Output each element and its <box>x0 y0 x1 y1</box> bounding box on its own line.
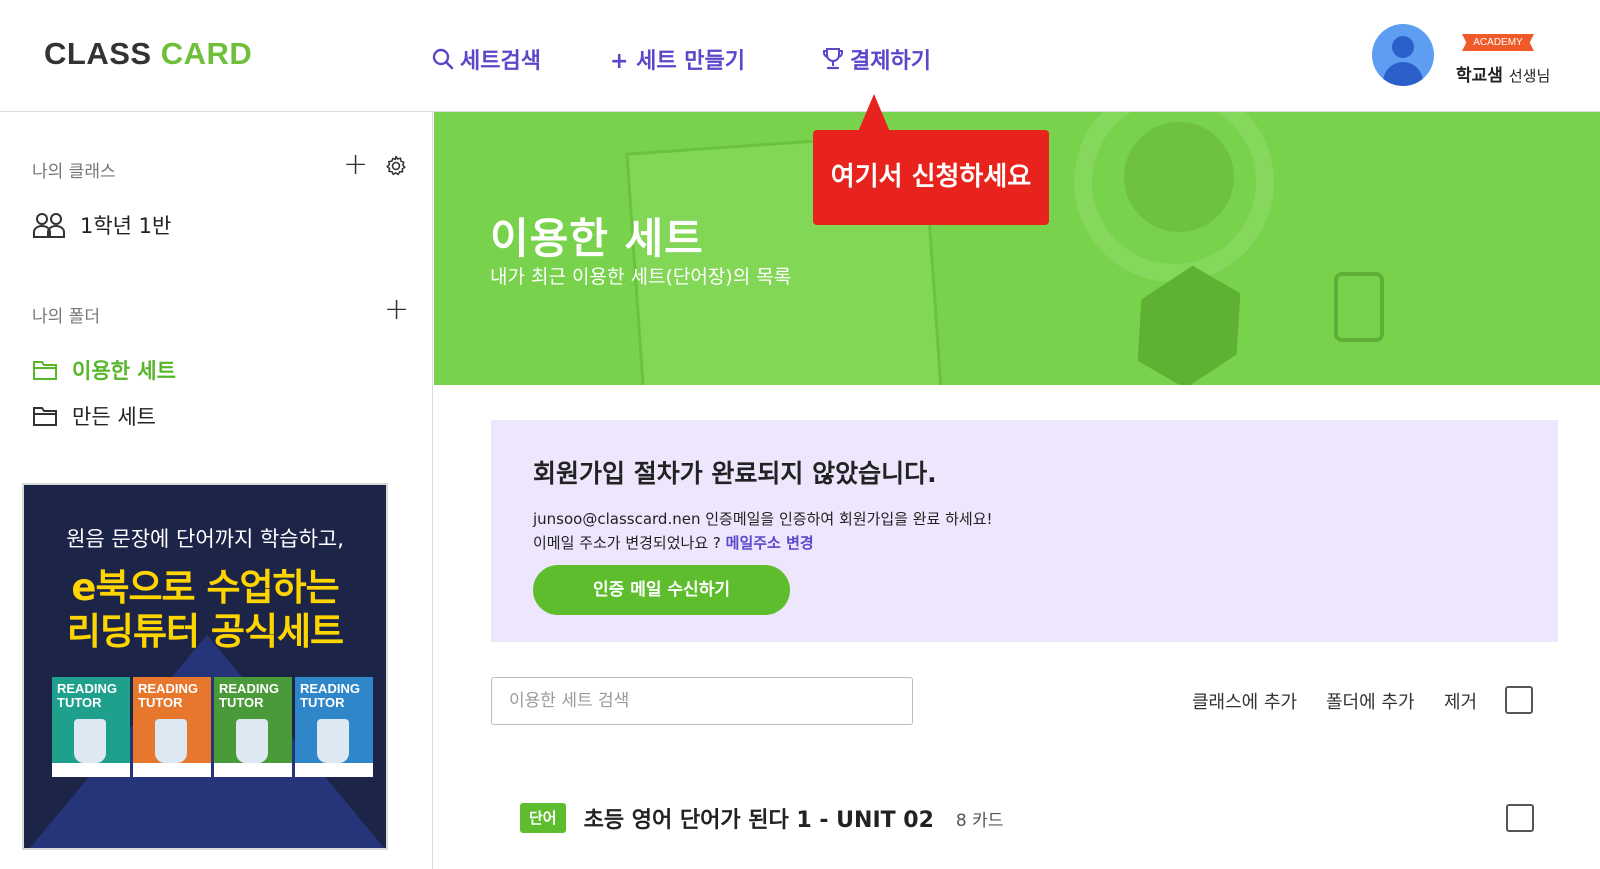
hero-clip-shape <box>1334 272 1384 342</box>
book-cover-image <box>155 719 187 763</box>
book-title: READING TUTOR <box>57 681 117 710</box>
add-to-class-button[interactable]: 클래스에 추가 <box>1192 688 1297 714</box>
notice-email-change-text: 이메일 주소가 변경되었나요 ? <box>533 534 726 552</box>
book-cover: READING TUTOR <box>133 677 211 777</box>
page-title: 이용한 세트 <box>490 214 704 263</box>
book-title: READING TUTOR <box>138 681 198 710</box>
set-row-checkbox[interactable] <box>1506 804 1534 832</box>
signup-incomplete-notice: 회원가입 절차가 완료되지 않았습니다. junsoo@classcard.ne… <box>491 420 1558 642</box>
add-folder-button[interactable]: + <box>384 295 409 325</box>
receive-verification-email-button[interactable]: 인증 메일 수신하기 <box>533 565 790 615</box>
sidebar-item-made-sets-label: 만든 세트 <box>72 405 156 429</box>
avatar[interactable] <box>1372 24 1434 86</box>
nav-create-set-label: + 세트 만들기 <box>610 49 745 74</box>
ad-book-covers: READING TUTOR READING TUTOR READING TUTO… <box>52 677 373 777</box>
trophy-icon <box>823 48 843 70</box>
avatar-head-shape <box>1392 36 1414 58</box>
add-to-folder-button[interactable]: 폴더에 추가 <box>1326 688 1415 714</box>
used-set-search-input[interactable] <box>491 677 913 725</box>
book-footer <box>52 763 130 777</box>
academy-badge: ACADEMY <box>1462 34 1534 51</box>
notice-title: 회원가입 절차가 완료되지 않았습니다. <box>533 459 937 488</box>
book-title: READING TUTOR <box>219 681 279 710</box>
header: CLASS CARD 세트검색 + 세트 만들기 결제하기 ACADEMY 학교… <box>0 0 1600 112</box>
set-card-count: 8 카드 <box>955 810 1004 831</box>
sidebar-item-class[interactable]: 1학년 1반 <box>32 210 171 240</box>
logo-text-class: CLASS <box>44 36 152 71</box>
nav-payment-label: 결제하기 <box>850 49 931 74</box>
notice-email-change-line: 이메일 주소가 변경되었나요 ? 메일주소 변경 <box>533 532 814 553</box>
people-icon <box>33 213 65 238</box>
gear-icon[interactable] <box>384 154 408 178</box>
add-class-button[interactable]: + <box>343 150 368 180</box>
set-title: 초등 영어 단어가 된다 1 - UNIT 02 <box>583 808 934 833</box>
nav-set-search-label: 세트검색 <box>460 49 541 74</box>
book-footer <box>133 763 211 777</box>
nav-payment[interactable]: 결제하기 <box>822 43 931 75</box>
apply-here-tooltip: 여기서 신청하세요 <box>813 130 1049 225</box>
book-title: READING TUTOR <box>300 681 360 710</box>
user-name-text: 학교샘 <box>1456 66 1503 86</box>
reading-tutor-ad-banner[interactable]: 원음 문장에 단어까지 학습하고, e북으로 수업하는 리딩튜터 공식세트 RE… <box>22 483 388 850</box>
book-footer <box>214 763 292 777</box>
book-cover-image <box>74 719 106 763</box>
sidebar-item-made-sets[interactable]: 만든 세트 <box>32 401 156 431</box>
ad-line-1: 원음 문장에 단어까지 학습하고, <box>66 527 344 551</box>
tooltip-arrow <box>858 94 890 132</box>
book-cover-image <box>317 719 349 763</box>
remove-button[interactable]: 제거 <box>1444 688 1477 714</box>
my-folder-section-label: 나의 폴더 <box>32 307 100 327</box>
select-all-checkbox[interactable] <box>1505 686 1533 714</box>
folder-icon <box>33 407 57 426</box>
notice-message: junsoo@classcard.nen 인증메일을 인증하여 회원가입을 완료… <box>533 510 993 528</box>
sidebar-item-class-label: 1학년 1반 <box>80 214 172 238</box>
user-name[interactable]: 학교샘 선생님 <box>1456 61 1550 86</box>
user-honorific: 선생님 <box>1508 67 1551 85</box>
sidebar: 나의 클래스 + 1학년 1반 나의 폴더 + 이용한 세트 만든 세트 원음 … <box>0 112 433 869</box>
sidebar-item-used-sets[interactable]: 이용한 세트 <box>32 355 176 385</box>
book-cover: READING TUTOR <box>214 677 292 777</box>
list-item[interactable]: 단어 초등 영어 단어가 된다 1 - UNIT 02 8 카드 <box>520 800 1003 836</box>
classcard-logo[interactable]: CLASS CARD <box>44 36 252 72</box>
avatar-body-shape <box>1383 62 1423 86</box>
folder-icon <box>33 361 57 380</box>
sidebar-item-used-sets-label: 이용한 세트 <box>72 359 176 383</box>
search-icon <box>432 48 454 70</box>
book-footer <box>295 763 373 777</box>
book-cover-image <box>236 719 268 763</box>
ad-line-3: 리딩튜터 공식세트 <box>66 610 344 653</box>
book-cover: READING TUTOR <box>295 677 373 777</box>
logo-text-card: CARD <box>160 36 253 71</box>
nav-set-search[interactable]: 세트검색 <box>432 43 541 75</box>
page-subtitle: 내가 최근 이용한 세트(단어장)의 목록 <box>490 266 792 288</box>
nav-create-set[interactable]: + 세트 만들기 <box>610 43 745 75</box>
set-type-badge: 단어 <box>520 803 566 833</box>
hero-cup-shape <box>1124 122 1234 232</box>
change-email-link[interactable]: 메일주소 변경 <box>726 534 814 552</box>
book-cover: READING TUTOR <box>52 677 130 777</box>
my-class-section-label: 나의 클래스 <box>32 162 116 182</box>
